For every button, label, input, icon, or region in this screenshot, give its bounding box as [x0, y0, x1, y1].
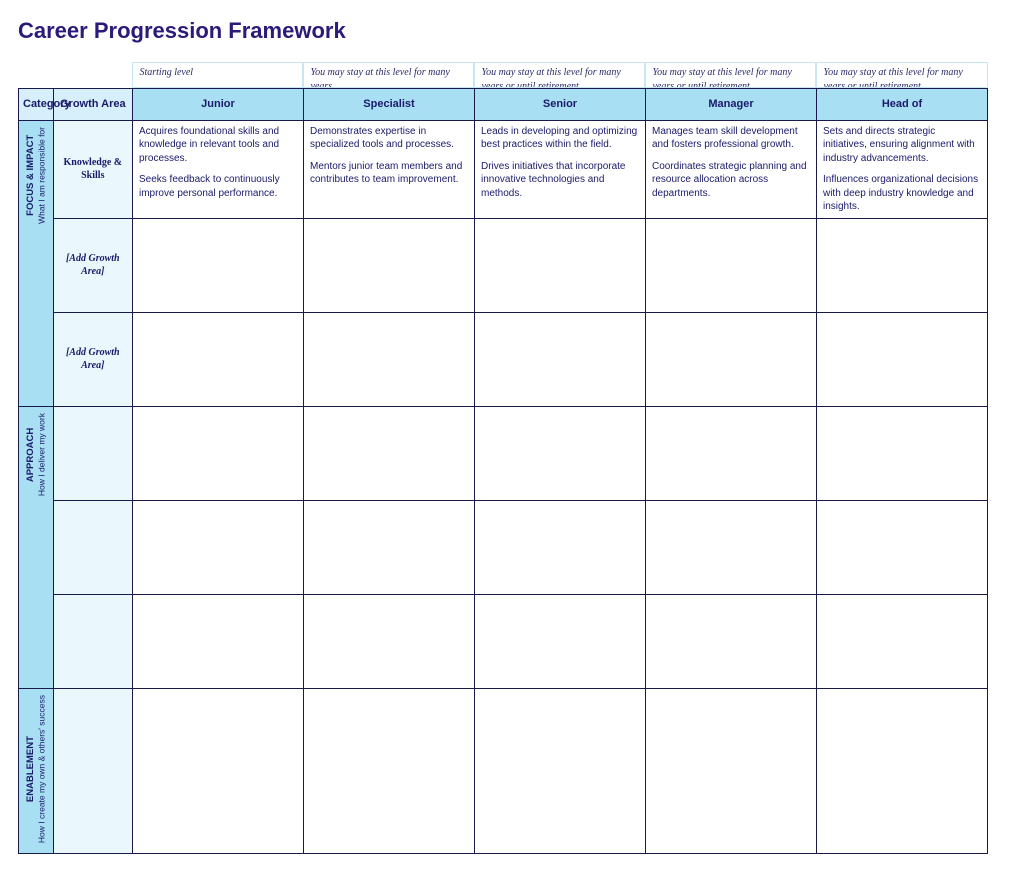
header-level-manager: Manager: [645, 89, 816, 121]
cell-empty: [132, 594, 303, 688]
cell-empty: [474, 406, 645, 500]
cell-empty: [645, 406, 816, 500]
header-level-specialist: Specialist: [303, 89, 474, 121]
growth-area-placeholder[interactable]: [Add Growth Area]: [53, 218, 132, 312]
header-growth-area: Growth Area: [53, 89, 132, 121]
cell-empty: [816, 312, 987, 406]
growth-area-empty: [53, 500, 132, 594]
cell-empty: [474, 688, 645, 854]
cell-empty: [474, 312, 645, 406]
cell-knowledge-junior: Acquires foundational skills and knowled…: [132, 120, 303, 218]
cell-empty: [303, 688, 474, 854]
cell-empty: [303, 312, 474, 406]
category-focus-impact: FOCUS & IMPACTWhat I am responsible for: [19, 120, 54, 406]
header-level-junior: Junior: [132, 89, 303, 121]
cell-empty: [645, 312, 816, 406]
growth-area-knowledge: Knowledge & Skills: [53, 120, 132, 218]
level-note-senior: You may stay at this level for many year…: [474, 62, 645, 88]
cell-empty: [816, 406, 987, 500]
cell-empty: [645, 594, 816, 688]
page-title: Career Progression Framework: [18, 18, 995, 44]
header-category: Category: [19, 89, 54, 121]
cell-knowledge-senior: Leads in developing and optimizing best …: [474, 120, 645, 218]
cell-empty: [132, 500, 303, 594]
cell-knowledge-specialist: Demonstrates expertise in specialized to…: [303, 120, 474, 218]
cell-empty: [132, 688, 303, 854]
level-note-junior: Starting level: [132, 62, 303, 88]
cell-empty: [816, 688, 987, 854]
cell-empty: [303, 218, 474, 312]
cell-empty: [303, 594, 474, 688]
cell-empty: [132, 218, 303, 312]
level-note-manager: You may stay at this level for many year…: [645, 62, 816, 88]
cell-empty: [474, 218, 645, 312]
cell-empty: [816, 500, 987, 594]
growth-area-empty: [53, 406, 132, 500]
growth-area-empty: [53, 594, 132, 688]
header-level-head: Head of: [816, 89, 987, 121]
cell-empty: [816, 594, 987, 688]
cell-knowledge-head: Sets and directs strategic initiatives, …: [816, 120, 987, 218]
cell-empty: [474, 500, 645, 594]
level-note-specialist: You may stay at this level for many year…: [303, 62, 474, 88]
category-enablement: ENABLEMENTHow I create my own & others' …: [19, 688, 54, 854]
framework-table: Starting level You may stay at this leve…: [18, 62, 988, 854]
cell-knowledge-manager: Manages team skill development and foste…: [645, 120, 816, 218]
cell-empty: [132, 312, 303, 406]
cell-empty: [645, 500, 816, 594]
cell-empty: [474, 594, 645, 688]
category-approach: APPROACHHow I deliver my work: [19, 406, 54, 688]
header-level-senior: Senior: [474, 89, 645, 121]
cell-empty: [303, 500, 474, 594]
cell-empty: [645, 688, 816, 854]
cell-empty: [303, 406, 474, 500]
growth-area-empty: [53, 688, 132, 854]
cell-empty: [645, 218, 816, 312]
cell-empty: [132, 406, 303, 500]
cell-empty: [816, 218, 987, 312]
growth-area-placeholder[interactable]: [Add Growth Area]: [53, 312, 132, 406]
level-note-head: You may stay at this level for many year…: [816, 62, 987, 88]
